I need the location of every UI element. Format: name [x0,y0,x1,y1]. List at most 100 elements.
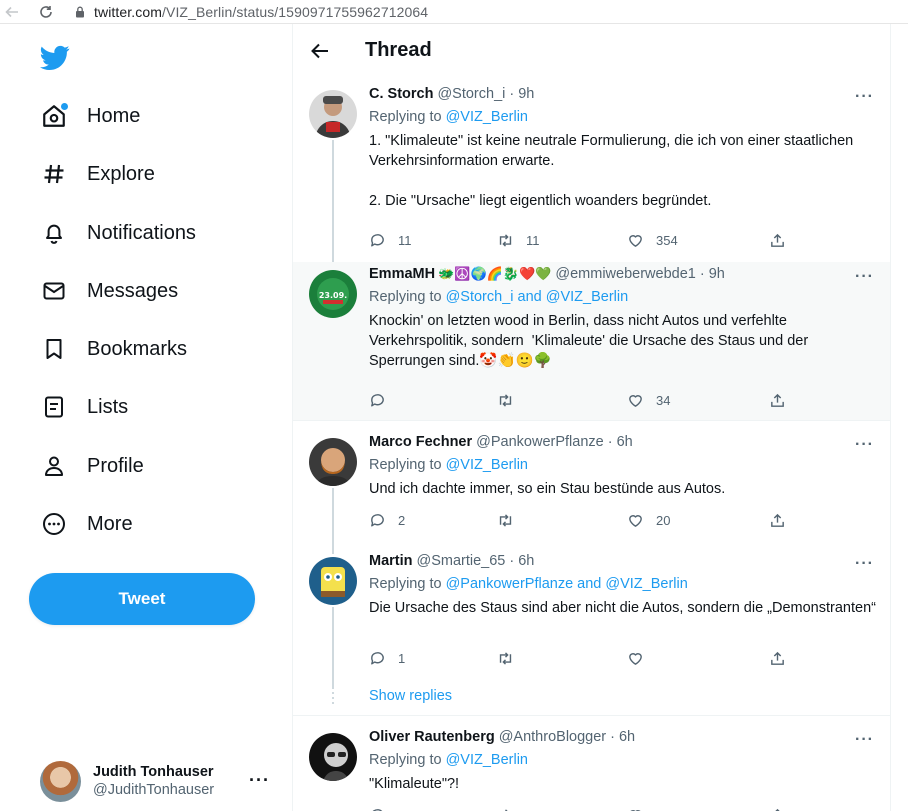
tweet-header: Marco Fechner @PankowerPflanze · 6h [369,434,633,450]
replying-to-label: Replying to [369,576,446,592]
sidebar-item-notifications[interactable]: Notifications [40,213,196,253]
tweet-button[interactable]: Tweet [29,573,255,625]
divider [293,715,890,716]
replying-to-label: Replying to [369,752,446,768]
reply-button[interactable]: 11 [369,230,412,250]
reply-button[interactable]: 2 [369,510,405,530]
like-button[interactable]: 34 [627,390,670,410]
timestamp[interactable]: · 6h [608,434,633,450]
like-button[interactable] [627,648,656,668]
handle[interactable]: @emmiweberwebde1 [555,266,695,282]
retweet-button[interactable] [497,390,526,410]
account-switcher[interactable]: Judith Tonhauser @JudithTonhauser ··· [40,760,280,802]
tweet-actions: 34 [369,390,799,410]
replying-to-label: Replying to [369,289,446,305]
sidebar-item-bookmarks[interactable]: Bookmarks [40,329,187,369]
replying-to-link[interactable]: @VIZ_Berlin [446,457,528,473]
reply-button[interactable] [369,805,386,811]
avatar[interactable] [309,438,357,486]
more-options-icon[interactable]: ··· [855,88,874,106]
back-arrow-icon[interactable] [2,2,22,22]
share-button[interactable] [769,805,786,811]
sidebar-item-more[interactable]: More [40,504,133,544]
more-options-icon[interactable]: ··· [855,731,874,749]
retweet-button[interactable] [497,805,514,811]
sidebar-item-label: Home [87,104,141,127]
retweet-button[interactable]: 11 [497,230,540,250]
like-button[interactable] [627,805,644,811]
tweet-actions: 1 [369,648,799,668]
reply-button[interactable]: 1 [369,648,405,668]
avatar[interactable] [309,90,357,138]
sidebar-item-explore[interactable]: Explore [40,154,155,194]
like-button[interactable]: 20 [627,510,670,530]
share-button[interactable] [769,390,786,410]
display-name[interactable]: EmmaMH [369,266,435,282]
share-icon [771,233,784,247]
heart-icon [629,394,642,407]
tweet-emmamh[interactable]: 23.09. EmmaMH 🐲☮️🌍🌈🐉❤️💚 @emmiweberwebde1… [293,262,890,420]
share-icon [771,513,784,527]
handle[interactable]: @Smartie_65 [417,553,506,569]
timestamp[interactable]: · 6h [610,729,635,745]
envelope-icon [40,277,68,305]
avatar[interactable]: 23.09. [309,270,357,318]
share-button[interactable] [769,230,786,250]
handle[interactable]: @AnthroBlogger [499,729,606,745]
handle[interactable]: @Storch_i [437,86,505,102]
more-options-icon[interactable]: ··· [855,268,874,286]
heart-icon [629,514,642,527]
display-name[interactable]: Oliver Rautenberg [369,729,495,745]
share-button[interactable] [769,510,786,530]
right-column [891,24,908,811]
retweet-button[interactable] [497,510,526,530]
avatar[interactable] [309,733,357,781]
avatar[interactable] [309,557,357,605]
replying-to-link[interactable]: @PankowerPflanze and @VIZ_Berlin [446,576,688,592]
address-bar[interactable]: twitter.com/VIZ_Berlin/status/1590971755… [94,4,428,20]
replying-to-link[interactable]: @Storch_i and @VIZ_Berlin [446,289,629,305]
more-options-icon[interactable]: ··· [855,555,874,573]
replying-to-link[interactable]: @VIZ_Berlin [446,752,528,768]
sidebar-item-lists[interactable]: Lists [40,387,128,427]
svg-text:23.09.: 23.09. [319,291,347,300]
display-name-emoji: 🐲☮️🌍🌈🐉❤️💚 [438,266,552,281]
more-options-icon[interactable]: ··· [855,436,874,454]
tweet-storch[interactable]: C. Storch @Storch_i · 9h ··· Replying to… [293,82,890,266]
retweet-button[interactable] [497,648,526,668]
timestamp[interactable]: · 6h [509,553,534,569]
tweet-actions [369,805,799,811]
tweet-fechner[interactable]: Marco Fechner @PankowerPflanze · 6h ··· … [293,430,890,554]
retweet-icon [499,651,512,665]
reload-icon[interactable] [36,2,56,22]
sidebar-item-profile[interactable]: Profile [40,446,144,486]
tweet-header: C. Storch @Storch_i · 9h [369,86,534,102]
bookmark-icon [40,335,68,363]
show-replies-link[interactable]: Show replies [369,688,452,704]
handle[interactable]: @PankowerPflanze [476,434,604,450]
url-path: /VIZ_Berlin/status/1590971755962712064 [162,3,429,20]
display-name[interactable]: C. Storch [369,86,433,102]
display-name[interactable]: Marco Fechner [369,434,472,450]
timestamp[interactable]: · 9h [509,86,534,102]
replying-to-link[interactable]: @VIZ_Berlin [446,109,528,125]
tweet-martin[interactable]: Martin @Smartie_65 · 6h ··· Replying to … [293,549,890,689]
timestamp[interactable]: · 9h [700,266,725,282]
display-name[interactable]: Martin [369,553,413,569]
sidebar-item-messages[interactable]: Messages [40,271,178,311]
like-count: 34 [656,392,671,408]
lock-icon[interactable] [74,6,86,18]
more-options-icon[interactable]: ··· [249,770,270,791]
share-button[interactable] [769,648,786,668]
person-icon [40,452,68,480]
browser-toolbar: twitter.com/VIZ_Berlin/status/1590971755… [0,0,908,24]
back-arrow-icon[interactable] [309,40,331,62]
sidebar-item-home[interactable]: Home [40,96,140,136]
like-button[interactable]: 354 [627,230,678,250]
heart-icon [629,652,642,665]
tweet-rautenberg[interactable]: Oliver Rautenberg @AnthroBlogger · 6h ··… [293,725,890,811]
twitter-logo-icon[interactable] [40,45,70,71]
thread-header: Thread [293,24,890,77]
account-display-name: Judith Tonhauser [93,764,214,780]
reply-button[interactable] [369,390,398,410]
